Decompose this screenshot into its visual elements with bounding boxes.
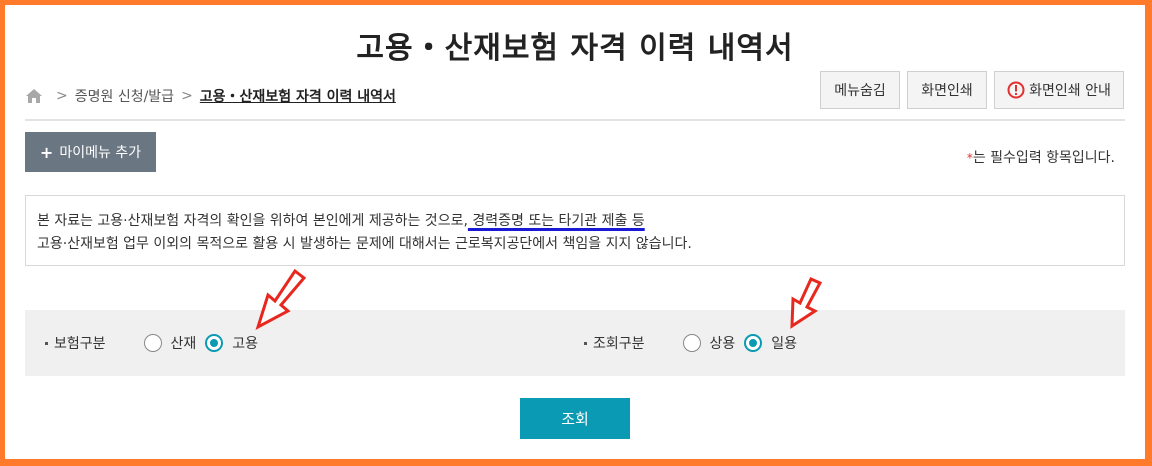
hide-menu-label: 메뉴숨김	[834, 83, 886, 99]
print-label: 화면인쇄	[921, 83, 973, 99]
query-type-field: 조회구분 상용 일용	[584, 310, 806, 376]
chevron-right-icon: >	[181, 88, 193, 104]
home-icon[interactable]	[25, 88, 43, 104]
bullet-icon	[45, 341, 48, 345]
insurance-type-label: 보험구분	[54, 336, 106, 352]
breadcrumb-current[interactable]: 고용・산재보험 자격 이력 내역서	[200, 86, 396, 106]
bullet-icon	[584, 341, 587, 345]
notice-highlight: 경력증명 또는 타기관 제출 등	[467, 213, 645, 229]
radio-circle[interactable]	[682, 334, 701, 352]
radio-industrial-accident[interactable]: 산재	[143, 333, 197, 353]
radio-label: 상용	[709, 336, 736, 352]
notice-line-1-text: 본 자료는 고용·산재보험 자격의 확인을 위하여 본인에게 제공하는 것으로,	[37, 213, 468, 229]
radio-label: 일용	[771, 336, 798, 352]
radio-circle-selected[interactable]	[744, 334, 763, 352]
query-type-label: 조회구분	[593, 336, 645, 352]
search-conditions: 보험구분 산재 고용 조회구분 상용 일용	[25, 310, 1125, 376]
hide-menu-button[interactable]: 메뉴숨김	[820, 71, 900, 109]
required-note-text: 는 필수입력 항목입니다.	[972, 150, 1115, 166]
divider	[25, 119, 1125, 121]
add-my-menu-button[interactable]: + 마이메뉴 추가	[25, 132, 156, 172]
chevron-right-icon: >	[56, 88, 68, 104]
print-guide-button[interactable]: 화면인쇄 안내	[994, 71, 1124, 109]
search-button[interactable]: 조회	[520, 398, 630, 439]
required-note: *는 필수입력 항목입니다.	[967, 147, 1115, 167]
page-title: 고용・산재보험 자격 이력 내역서	[356, 31, 794, 66]
annotation-arrow-icon	[790, 277, 823, 329]
notice-box: 본 자료는 고용·산재보험 자격의 확인을 위하여 본인에게 제공하는 것으로,…	[25, 195, 1125, 266]
add-my-menu-label: 마이메뉴 추가	[59, 145, 142, 161]
radio-daily[interactable]: 일용	[744, 333, 797, 353]
radio-regular[interactable]: 상용	[682, 333, 736, 353]
radio-label: 산재	[170, 336, 197, 352]
breadcrumb: > 증명원 신청/발급 > 고용・산재보험 자격 이력 내역서	[25, 85, 396, 107]
notice-line-1: 본 자료는 고용·산재보험 자격의 확인을 위하여 본인에게 제공하는 것으로,…	[37, 210, 1113, 233]
search-button-label: 조회	[561, 410, 589, 428]
annotation-arrow-icon	[255, 269, 307, 331]
print-button[interactable]: 화면인쇄	[907, 71, 987, 109]
alert-icon	[1007, 81, 1025, 99]
radio-employment[interactable]: 고용	[205, 333, 258, 353]
insurance-type-field: 보험구분 산재 고용	[45, 310, 267, 376]
page-frame: 고용・산재보험 자격 이력 내역서 > 증명원 신청/발급 > 고용・산재보험 …	[5, 5, 1145, 459]
radio-circle-selected[interactable]	[205, 334, 224, 352]
plus-icon: +	[39, 142, 54, 162]
notice-line-2: 고용·산재보험 업무 이외의 목적으로 활용 시 발생하는 문제에 대해서는 근…	[37, 236, 692, 252]
breadcrumb-parent[interactable]: 증명원 신청/발급	[75, 86, 174, 106]
radio-label: 고용	[232, 336, 259, 352]
radio-circle[interactable]	[143, 334, 162, 352]
print-guide-label: 화면인쇄 안내	[1029, 83, 1111, 99]
